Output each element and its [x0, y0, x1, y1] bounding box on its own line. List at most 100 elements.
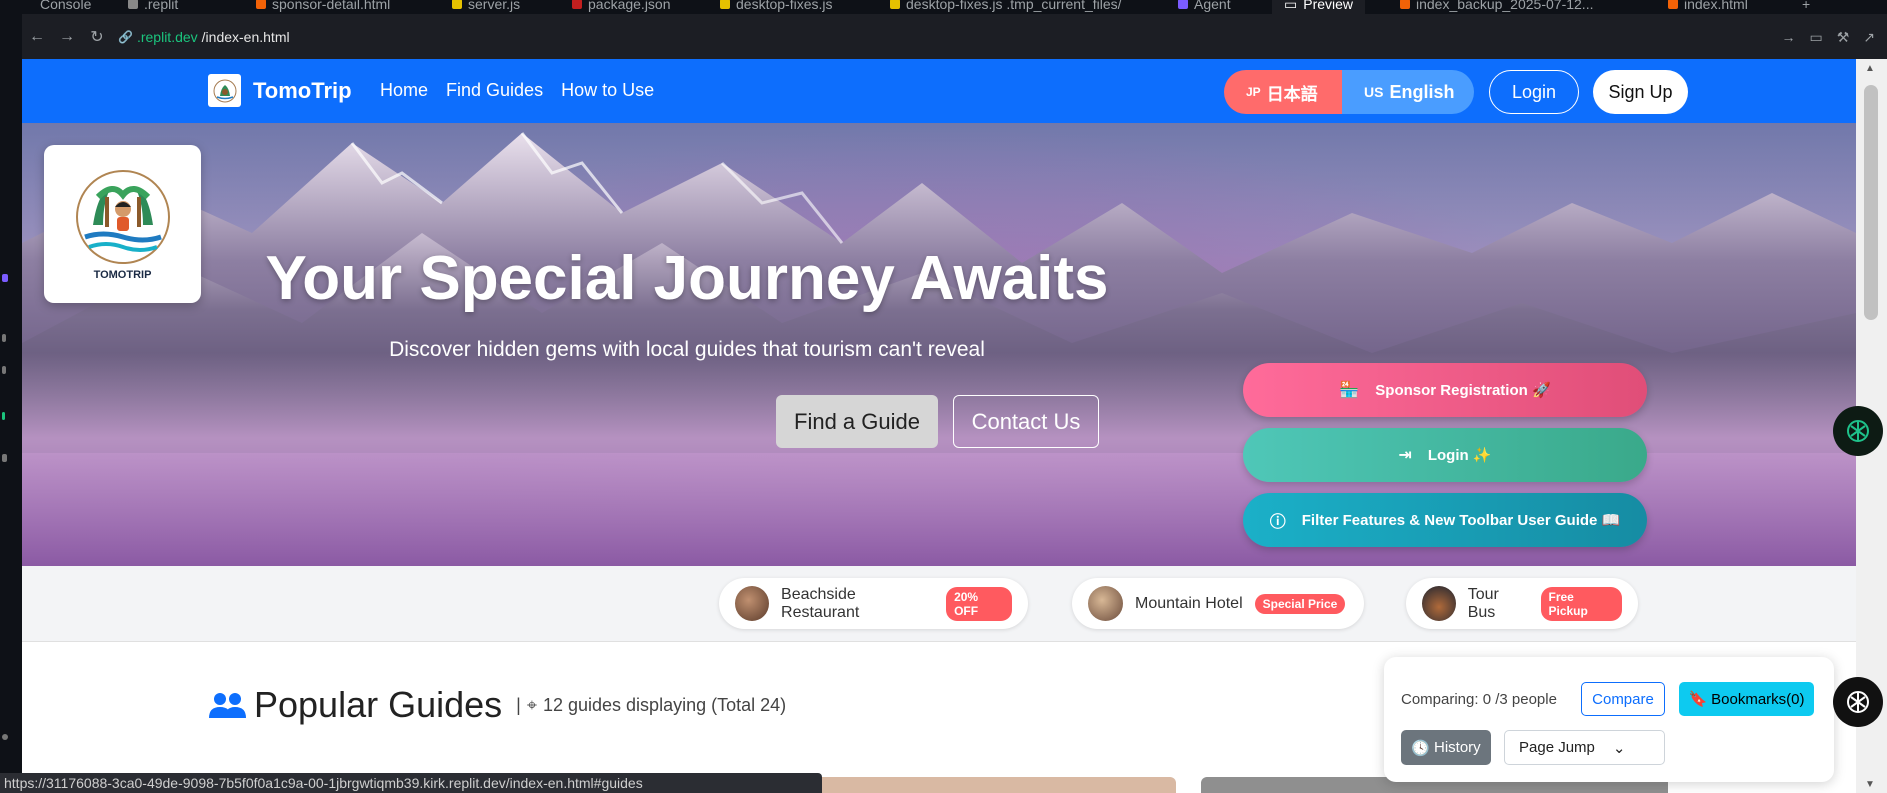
- rail-icon-files[interactable]: [2, 334, 6, 342]
- tab-package-json[interactable]: package.json: [572, 0, 671, 14]
- hero-title: Your Special Journey Awaits: [265, 244, 1109, 313]
- jp-flag-code: JP: [1246, 85, 1261, 99]
- sponsor-name: Tour Bus: [1467, 585, 1499, 621]
- html-file-icon: [256, 0, 266, 9]
- restaurant-thumbnail: [735, 586, 770, 621]
- nav-login-button[interactable]: Login: [1489, 70, 1579, 114]
- compare-button[interactable]: Compare: [1581, 682, 1665, 716]
- language-switcher: JP 日本語 US English: [1224, 70, 1474, 114]
- preview-url-bar: ← → ↻ 🔗 .replit.dev/index-en.html → ▭ ⚒ …: [22, 14, 1887, 60]
- tab-label: package.json: [588, 0, 671, 12]
- link-status-bar: https://31176088-3ca0-49de-9098-7b5f0f0a…: [0, 773, 822, 793]
- tab-replit[interactable]: .replit: [128, 0, 178, 14]
- brand-logo-icon: [208, 74, 241, 107]
- floating-login-label: Login ✨: [1427, 447, 1492, 464]
- sponsor-item[interactable]: Mountain Hotel Special Price: [1072, 578, 1364, 629]
- tab-console[interactable]: Console: [40, 0, 91, 14]
- bus-thumbnail: [1422, 586, 1456, 621]
- js-file-icon: [452, 0, 462, 9]
- map-pin-icon: ⌖: [526, 694, 537, 715]
- rail-icon-tools[interactable]: [2, 454, 7, 462]
- chevron-down-icon: ⌄: [1612, 739, 1626, 757]
- url-tools: → ▭ ⚒ ↗: [1781, 29, 1875, 46]
- lang-english-button[interactable]: US English: [1342, 70, 1474, 114]
- nav-how-to-use-link[interactable]: How to Use: [561, 80, 654, 101]
- chatgpt-assistant-icon[interactable]: [1833, 677, 1883, 727]
- url-field[interactable]: 🔗 .replit.dev/index-en.html: [118, 29, 290, 45]
- compare-toolbar: Comparing: 0 /3 people Compare 🔖 Bookmar…: [1384, 657, 1834, 782]
- file-icon: [128, 0, 138, 9]
- tab-desktop-fixes-tmp[interactable]: desktop-fixes.js .tmp_current_files/: [890, 0, 1122, 14]
- history-button[interactable]: 🕓 History: [1401, 730, 1491, 765]
- tab-label: desktop-fixes.js .tmp_current_files/: [906, 0, 1122, 12]
- back-arrow-icon[interactable]: ←: [22, 28, 52, 46]
- tab-index-backup[interactable]: index_backup_2025-07-12...: [1400, 0, 1593, 14]
- find-guide-button[interactable]: Find a Guide: [776, 395, 938, 448]
- tab-index-html[interactable]: index.html: [1668, 0, 1748, 14]
- url-host: .replit.dev: [136, 29, 198, 45]
- tab-agent[interactable]: Agent: [1178, 0, 1231, 14]
- history-label: History: [1434, 739, 1481, 756]
- sponsor-registration-label: Sponsor Registration 🚀: [1375, 382, 1551, 399]
- nav-home-link[interactable]: Home: [380, 80, 428, 101]
- nav-find-guides-link[interactable]: Find Guides: [446, 80, 543, 101]
- rail-icon-settings[interactable]: [2, 734, 8, 740]
- new-tab-button[interactable]: +: [1802, 0, 1810, 14]
- page-jump-select[interactable]: Page Jump ⌄: [1504, 730, 1665, 765]
- scroll-down-arrow-icon[interactable]: ▼: [1865, 779, 1875, 790]
- sponsor-item[interactable]: Beachside Restaurant 20% OFF: [719, 578, 1028, 629]
- user-guide-label: Filter Features & New Toolbar User Guide…: [1301, 512, 1621, 529]
- sponsor-badge: Special Price: [1254, 593, 1346, 614]
- ide-tab-bar: Console .replit sponsor-detail.html serv…: [0, 0, 1887, 14]
- rail-icon-agent[interactable]: [2, 274, 8, 282]
- forward-arrow-icon[interactable]: →: [52, 28, 82, 46]
- tab-label: server.js: [468, 0, 521, 12]
- reload-icon[interactable]: ↻: [82, 27, 112, 47]
- nav-signup-button[interactable]: Sign Up: [1593, 70, 1688, 114]
- bookmark-icon: 🔖: [1688, 691, 1708, 708]
- device-icon[interactable]: ▭: [1809, 29, 1822, 46]
- tab-label: Console: [40, 0, 92, 12]
- site-navbar: TomoTrip Home Find Guides How to Use JP 日…: [22, 59, 1856, 123]
- link-icon: 🔗: [118, 30, 133, 44]
- chatgpt-extension-icon[interactable]: [1833, 406, 1883, 456]
- rail-icon-git[interactable]: [2, 366, 6, 374]
- html-file-icon: [1668, 0, 1678, 9]
- hero-section: TOMOTRIP Your Special Journey Awaits Dis…: [22, 123, 1856, 566]
- devtools-icon[interactable]: ⚒: [1837, 29, 1850, 46]
- url-path: /index-en.html: [201, 29, 290, 45]
- tab-label: Preview: [1303, 0, 1354, 12]
- contact-us-button[interactable]: Contact Us: [953, 395, 1099, 448]
- open-external-icon[interactable]: ↗: [1863, 29, 1875, 46]
- sponsor-name: Mountain Hotel: [1135, 594, 1243, 612]
- tab-label: desktop-fixes.js: [736, 0, 833, 12]
- tab-label: index_backup_2025-07-12...: [1416, 0, 1594, 12]
- tab-label: index.html: [1684, 0, 1748, 12]
- lang-jp-label: 日本語: [1266, 84, 1318, 104]
- floating-login-button[interactable]: ⇥ Login ✨: [1243, 428, 1647, 482]
- scroll-thumb[interactable]: [1864, 85, 1878, 320]
- sponsor-item[interactable]: Tour Bus Free Pickup: [1406, 578, 1638, 629]
- question-circle-icon: ⓘ: [1269, 514, 1286, 531]
- tab-sponsor-detail[interactable]: sponsor-detail.html: [256, 0, 390, 14]
- guides-meta: | ⌖ 12 guides displaying (Total 24): [516, 695, 786, 716]
- lang-japanese-button[interactable]: JP 日本語: [1224, 70, 1342, 114]
- sponsor-registration-button[interactable]: 🏪 Sponsor Registration 🚀: [1243, 363, 1647, 417]
- clock-icon: 🕓: [1411, 739, 1430, 757]
- scroll-up-arrow-icon[interactable]: ▲: [1865, 63, 1875, 74]
- sponsor-name: Beachside Restaurant: [781, 585, 860, 621]
- tab-desktop-fixes[interactable]: desktop-fixes.js: [720, 0, 832, 14]
- brand[interactable]: TomoTrip: [208, 74, 352, 107]
- tab-preview[interactable]: ▭ Preview: [1272, 0, 1366, 14]
- bookmarks-button[interactable]: 🔖 Bookmarks(0): [1679, 682, 1814, 716]
- ide-left-rail: [0, 14, 22, 793]
- us-flag-code: US: [1364, 84, 1384, 100]
- go-arrow-icon[interactable]: →: [1781, 29, 1795, 46]
- user-guide-button[interactable]: ⓘ Filter Features & New Toolbar User Gui…: [1243, 493, 1647, 547]
- rail-icon-run[interactable]: [2, 412, 5, 420]
- tab-server-js[interactable]: server.js: [452, 0, 520, 14]
- bookmarks-label: Bookmarks(0): [1711, 690, 1805, 708]
- login-icon: ⇥: [1398, 447, 1412, 464]
- lang-en-label: English: [1389, 81, 1455, 102]
- tab-label: sponsor-detail.html: [272, 0, 391, 12]
